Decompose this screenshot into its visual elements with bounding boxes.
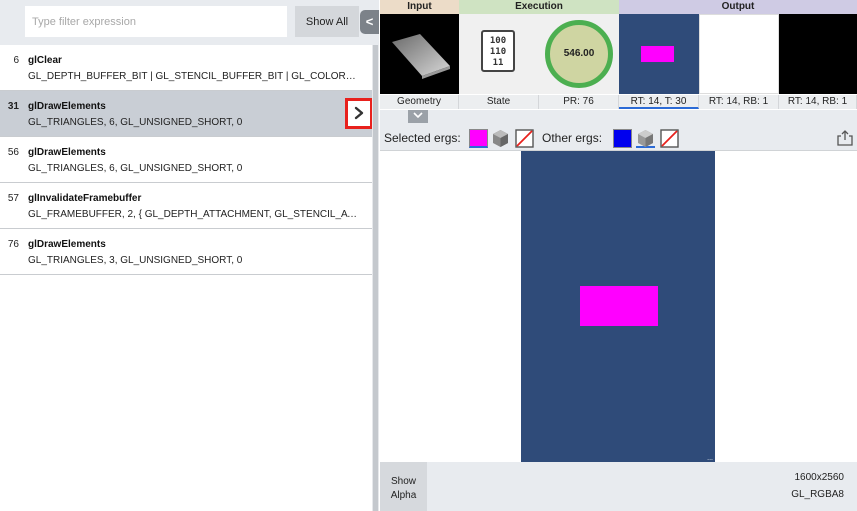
- tab-state[interactable]: State: [459, 95, 539, 109]
- thumbnail-collapse-row: [380, 110, 857, 125]
- call-name: glDrawElements: [28, 101, 106, 112]
- framebuffer-image[interactable]: ...: [521, 151, 715, 462]
- chevron-down-icon: [413, 112, 423, 119]
- call-list: 6 glClear GL_DEPTH_BUFFER_BIT | GL_STENC…: [0, 45, 373, 275]
- inspector-pane: Input Execution Output Geometry 100 110 …: [380, 0, 857, 511]
- call-row-selected[interactable]: 31 glDrawElements GL_TRIANGLES, 6, GL_UN…: [0, 91, 373, 137]
- call-args: GL_TRIANGLES, 6, GL_UNSIGNED_SHORT, 0: [28, 117, 243, 128]
- erg-toolbar: Selected ergs: Other ergs:: [380, 125, 857, 151]
- program-cost-gauge: 546.00: [545, 20, 613, 88]
- other-erg-color-swatch[interactable]: [613, 129, 632, 148]
- show-alpha-label: Show Alpha: [390, 476, 417, 501]
- call-index: 31: [7, 101, 19, 112]
- collapse-pane-button[interactable]: <: [360, 10, 379, 34]
- framebuffer-size: 1600x2560: [794, 472, 845, 483]
- render-target-thumbnail-texture[interactable]: [619, 14, 699, 94]
- call-list-pane: Show All < 6 glClear GL_DEPTH_BUFFER_BIT…: [0, 0, 379, 511]
- selected-erg-solid-icon[interactable]: [491, 129, 510, 148]
- call-name: glDrawElements: [28, 147, 106, 158]
- selected-erg-hidden-icon[interactable]: [515, 129, 534, 148]
- tab-geometry[interactable]: Geometry: [380, 95, 459, 109]
- call-args: GL_TRIANGLES, 6, GL_UNSIGNED_SHORT, 0: [28, 163, 243, 174]
- call-list-scrollbar[interactable]: [372, 45, 379, 511]
- selected-ergs-label: Selected ergs:: [384, 131, 461, 145]
- call-index: 56: [7, 147, 19, 158]
- other-erg-wireframe-icon[interactable]: [636, 129, 655, 148]
- render-target-thumbnail-rb1[interactable]: [699, 14, 779, 94]
- program-thumbnail[interactable]: 546.00: [539, 14, 619, 94]
- chevron-right-icon: [354, 106, 364, 120]
- framebuffer-format: GL_RGBA8: [791, 489, 844, 500]
- drawn-quad: [580, 286, 658, 326]
- render-target-thumbnail-rb1-depth[interactable]: [779, 14, 857, 94]
- call-args: GL_FRAMEBUFFER, 2, { GL_DEPTH_ATTACHMENT…: [28, 209, 358, 220]
- call-index: 6: [13, 55, 19, 66]
- framebuffer-viewer[interactable]: ...: [380, 151, 857, 462]
- other-erg-hidden-icon[interactable]: [660, 129, 679, 148]
- expand-call-button[interactable]: [345, 98, 373, 129]
- tab-render-target-texture[interactable]: RT: 14, T: 30: [619, 95, 699, 109]
- call-row[interactable]: 6 glClear GL_DEPTH_BUFFER_BIT | GL_STENC…: [0, 45, 372, 91]
- group-header-execution: Execution: [459, 0, 619, 14]
- collapse-thumbnails-button[interactable]: [408, 110, 428, 123]
- call-name: glClear: [28, 55, 62, 66]
- show-all-button[interactable]: Show All: [295, 6, 359, 37]
- call-name: glDrawElements: [28, 239, 106, 250]
- tab-program[interactable]: PR: 76: [539, 95, 619, 109]
- selected-erg-color-swatch[interactable]: [469, 129, 488, 148]
- state-thumbnail[interactable]: 100 110 11: [459, 14, 539, 94]
- call-args: GL_TRIANGLES, 3, GL_UNSIGNED_SHORT, 0: [28, 255, 243, 266]
- call-index: 76: [7, 239, 19, 250]
- call-row[interactable]: 76 glDrawElements GL_TRIANGLES, 3, GL_UN…: [0, 229, 372, 275]
- filter-bar: Show All <: [0, 0, 379, 45]
- rt-preview-rect: [641, 46, 674, 62]
- state-binary-icon: 100 110 11: [481, 30, 515, 72]
- show-alpha-button[interactable]: Show Alpha: [380, 462, 427, 511]
- call-index: 57: [7, 193, 19, 204]
- group-header-input: Input: [380, 0, 459, 14]
- chevron-left-icon: <: [365, 14, 374, 29]
- call-row[interactable]: 57 glInvalidateFramebuffer GL_FRAMEBUFFE…: [0, 183, 372, 229]
- tab-render-target-rb1[interactable]: RT: 14, RB: 1: [699, 95, 779, 109]
- scrollbar-thumb[interactable]: [373, 45, 378, 511]
- tab-render-target-rb1-depth[interactable]: RT: 14, RB: 1: [779, 95, 857, 109]
- call-row[interactable]: 56 glDrawElements GL_TRIANGLES, 6, GL_UN…: [0, 137, 372, 183]
- group-header-output: Output: [619, 0, 857, 14]
- export-share-icon[interactable]: [836, 129, 854, 147]
- resize-grip[interactable]: ...: [707, 455, 713, 462]
- filter-expression-input[interactable]: [25, 6, 287, 37]
- geometry-thumbnail[interactable]: [380, 14, 459, 94]
- framebuffer-status-bar: Show Alpha 1600x2560 GL_RGBA8: [380, 462, 857, 511]
- other-ergs-label: Other ergs:: [542, 131, 603, 145]
- call-args: GL_DEPTH_BUFFER_BIT | GL_STENCIL_BUFFER_…: [28, 71, 358, 82]
- call-name: glInvalidateFramebuffer: [28, 193, 142, 204]
- geometry-preview-icon: [392, 34, 450, 79]
